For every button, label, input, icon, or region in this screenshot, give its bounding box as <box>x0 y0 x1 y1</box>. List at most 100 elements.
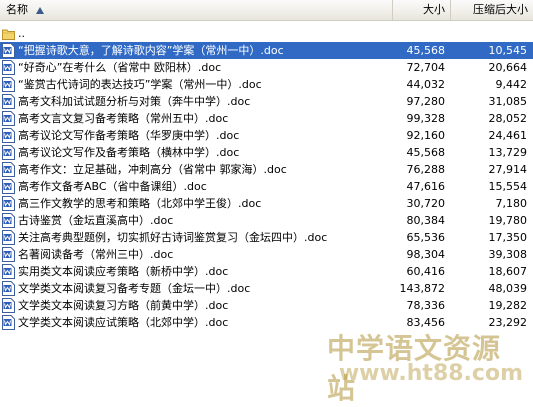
file-row[interactable]: 高考议论文写作备考策略（华罗庚中学）.doc 92,160 24,461 <box>0 127 533 144</box>
file-compressed-size: 28,052 <box>488 112 528 125</box>
file-size: 72,704 <box>406 61 446 74</box>
file-size: 78,336 <box>406 299 446 312</box>
file-name: 高三作文教学的思考和策略（北郊中学王俊）.doc <box>18 197 262 210</box>
file-list: .. “把握诗歌大意，了解诗歌内容”学案（常州一中）.doc 45,568 10,5… <box>0 25 533 331</box>
file-compressed-size: 10,545 <box>488 44 528 57</box>
file-compressed-size: 27,914 <box>488 163 528 176</box>
file-row[interactable]: 名著阅读备考（常州三中）.doc 98,304 39,308 <box>0 246 533 263</box>
file-name: 文学类文本阅读复习备考专题（金坛一中）.doc <box>18 282 251 295</box>
file-name: 文学类文本阅读复习方略（前黄中学）.doc <box>18 299 229 312</box>
column-name-label: 名称 <box>6 3 28 16</box>
file-size: 98,304 <box>406 248 446 261</box>
column-size-label: 大小 <box>423 3 445 16</box>
file-compressed-size: 9,442 <box>495 78 528 91</box>
file-name: “把握诗歌大意，了解诗歌内容”学案（常州一中）.doc <box>18 44 284 57</box>
watermark-url: www.ht88.com <box>338 361 523 386</box>
file-compressed-size: 48,039 <box>488 282 528 295</box>
file-compressed-size: 31,085 <box>488 95 528 108</box>
file-row[interactable]: 高考文言文复习备考策略（常州五中）.doc 99,328 28,052 <box>0 110 533 127</box>
word-document-icon <box>2 94 15 109</box>
file-compressed-size: 15,554 <box>488 180 528 193</box>
file-size: 30,720 <box>406 197 446 210</box>
word-document-icon <box>2 145 15 160</box>
parent-folder-label: .. <box>18 27 25 40</box>
file-name: “鉴赏古代诗词的表达技巧”学案（常州一中）.doc <box>18 78 262 91</box>
file-row[interactable]: “鉴赏古代诗词的表达技巧”学案（常州一中）.doc 44,032 9,442 <box>0 76 533 93</box>
file-row[interactable]: 高三作文教学的思考和策略（北郊中学王俊）.doc 30,720 7,180 <box>0 195 533 212</box>
file-size: 99,328 <box>406 112 446 125</box>
file-name: 古诗鉴赏（金坛直溪高中）.doc <box>18 214 174 227</box>
file-compressed-size: 23,292 <box>488 316 528 329</box>
word-document-icon <box>2 213 15 228</box>
watermark-site-name: 中学语文资源站 <box>327 332 502 405</box>
file-row[interactable]: 实用类文本阅读应考策略（新桥中学）.doc 60,416 18,607 <box>0 263 533 280</box>
file-compressed-size: 7,180 <box>495 197 528 210</box>
file-size: 47,616 <box>406 180 446 193</box>
word-document-icon <box>2 264 15 279</box>
file-name: 名著阅读备考（常州三中）.doc <box>18 248 174 261</box>
word-document-icon <box>2 128 15 143</box>
file-row[interactable]: 古诗鉴赏（金坛直溪高中）.doc 80,384 19,780 <box>0 212 533 229</box>
file-compressed-size: 39,308 <box>488 248 528 261</box>
file-size: 65,536 <box>406 231 446 244</box>
file-size: 97,280 <box>406 95 446 108</box>
file-name: 高考作文：立足基础，冲刺高分（省常中 郭家海）.doc <box>18 163 287 176</box>
file-name: 高考文言文复习备考策略（常州五中）.doc <box>18 112 229 125</box>
word-document-icon <box>2 196 15 211</box>
file-compressed-size: 19,780 <box>488 214 528 227</box>
word-document-icon <box>2 43 15 58</box>
file-row[interactable]: “好奇心”在考什么（省常中 欧阳林）.doc 72,704 20,664 <box>0 59 533 76</box>
file-compressed-size: 18,607 <box>488 265 528 278</box>
file-row[interactable]: 文学类文本阅读复习方略（前黄中学）.doc 78,336 19,282 <box>0 297 533 314</box>
file-row[interactable]: 高考作文备考ABC（省中备课组）.doc 47,616 15,554 <box>0 178 533 195</box>
file-name: 高考议论文写作及备考策略（横林中学）.doc <box>18 146 240 159</box>
file-size: 76,288 <box>406 163 446 176</box>
word-document-icon <box>2 77 15 92</box>
word-document-icon <box>2 60 15 75</box>
file-compressed-size: 19,282 <box>488 299 528 312</box>
file-size: 92,160 <box>406 129 446 142</box>
file-size: 83,456 <box>406 316 446 329</box>
folder-up-icon <box>2 29 15 40</box>
file-name: 高考议论文写作备考策略（华罗庚中学）.doc <box>18 129 240 142</box>
file-name: 实用类文本阅读应考策略（新桥中学）.doc <box>18 265 229 278</box>
file-row[interactable]: 关注高考典型题例，切实抓好古诗词鉴赏复习（金坛四中）.doc 65,536 17,3… <box>0 229 533 246</box>
word-document-icon <box>2 298 15 313</box>
word-document-icon <box>2 179 15 194</box>
file-size: 60,416 <box>406 265 446 278</box>
column-header-size[interactable]: 大小 <box>393 0 451 20</box>
file-name: 关注高考典型题例，切实抓好古诗词鉴赏复习（金坛四中）.doc <box>18 231 328 244</box>
site-watermark: 中学语文资源站 www.ht88.com <box>327 327 527 405</box>
file-size: 45,568 <box>406 44 446 57</box>
word-document-icon <box>2 162 15 177</box>
column-header: 名称 大小 压缩后大小 <box>0 0 533 21</box>
word-document-icon <box>2 281 15 296</box>
file-size: 44,032 <box>406 78 446 91</box>
file-name: 高考作文备考ABC（省中备课组）.doc <box>18 180 207 193</box>
column-header-compressed[interactable]: 压缩后大小 <box>451 0 533 20</box>
file-row[interactable]: 高考作文：立足基础，冲刺高分（省常中 郭家海）.doc 76,288 27,914 <box>0 161 533 178</box>
file-name: 高考文科加试试题分析与对策（奔牛中学）.doc <box>18 95 251 108</box>
word-document-icon <box>2 247 15 262</box>
file-row[interactable]: 高考议论文写作及备考策略（横林中学）.doc 45,568 13,729 <box>0 144 533 161</box>
file-compressed-size: 13,729 <box>488 146 528 159</box>
word-document-icon <box>2 230 15 245</box>
sort-ascending-icon <box>36 6 44 14</box>
file-size: 45,568 <box>406 146 446 159</box>
file-size: 143,872 <box>399 282 446 295</box>
column-header-name[interactable]: 名称 <box>0 0 393 20</box>
file-name: 文学类文本阅读应试策略（北郊中学）.doc <box>18 316 229 329</box>
file-row[interactable]: 文学类文本阅读复习备考专题（金坛一中）.doc 143,872 48,039 <box>0 280 533 297</box>
file-compressed-size: 17,350 <box>488 231 528 244</box>
file-compressed-size: 20,664 <box>488 61 528 74</box>
file-row[interactable]: 高考文科加试试题分析与对策（奔牛中学）.doc 97,280 31,085 <box>0 93 533 110</box>
file-row[interactable]: 文学类文本阅读应试策略（北郊中学）.doc 83,456 23,292 <box>0 314 533 331</box>
file-name: “好奇心”在考什么（省常中 欧阳林）.doc <box>18 61 222 74</box>
word-document-icon <box>2 111 15 126</box>
file-compressed-size: 24,461 <box>488 129 528 142</box>
parent-folder-row[interactable]: .. <box>0 25 533 42</box>
column-compressed-label: 压缩后大小 <box>473 3 528 16</box>
file-row[interactable]: “把握诗歌大意，了解诗歌内容”学案（常州一中）.doc 45,568 10,545 <box>0 42 533 59</box>
word-document-icon <box>2 315 15 330</box>
file-size: 80,384 <box>406 214 446 227</box>
